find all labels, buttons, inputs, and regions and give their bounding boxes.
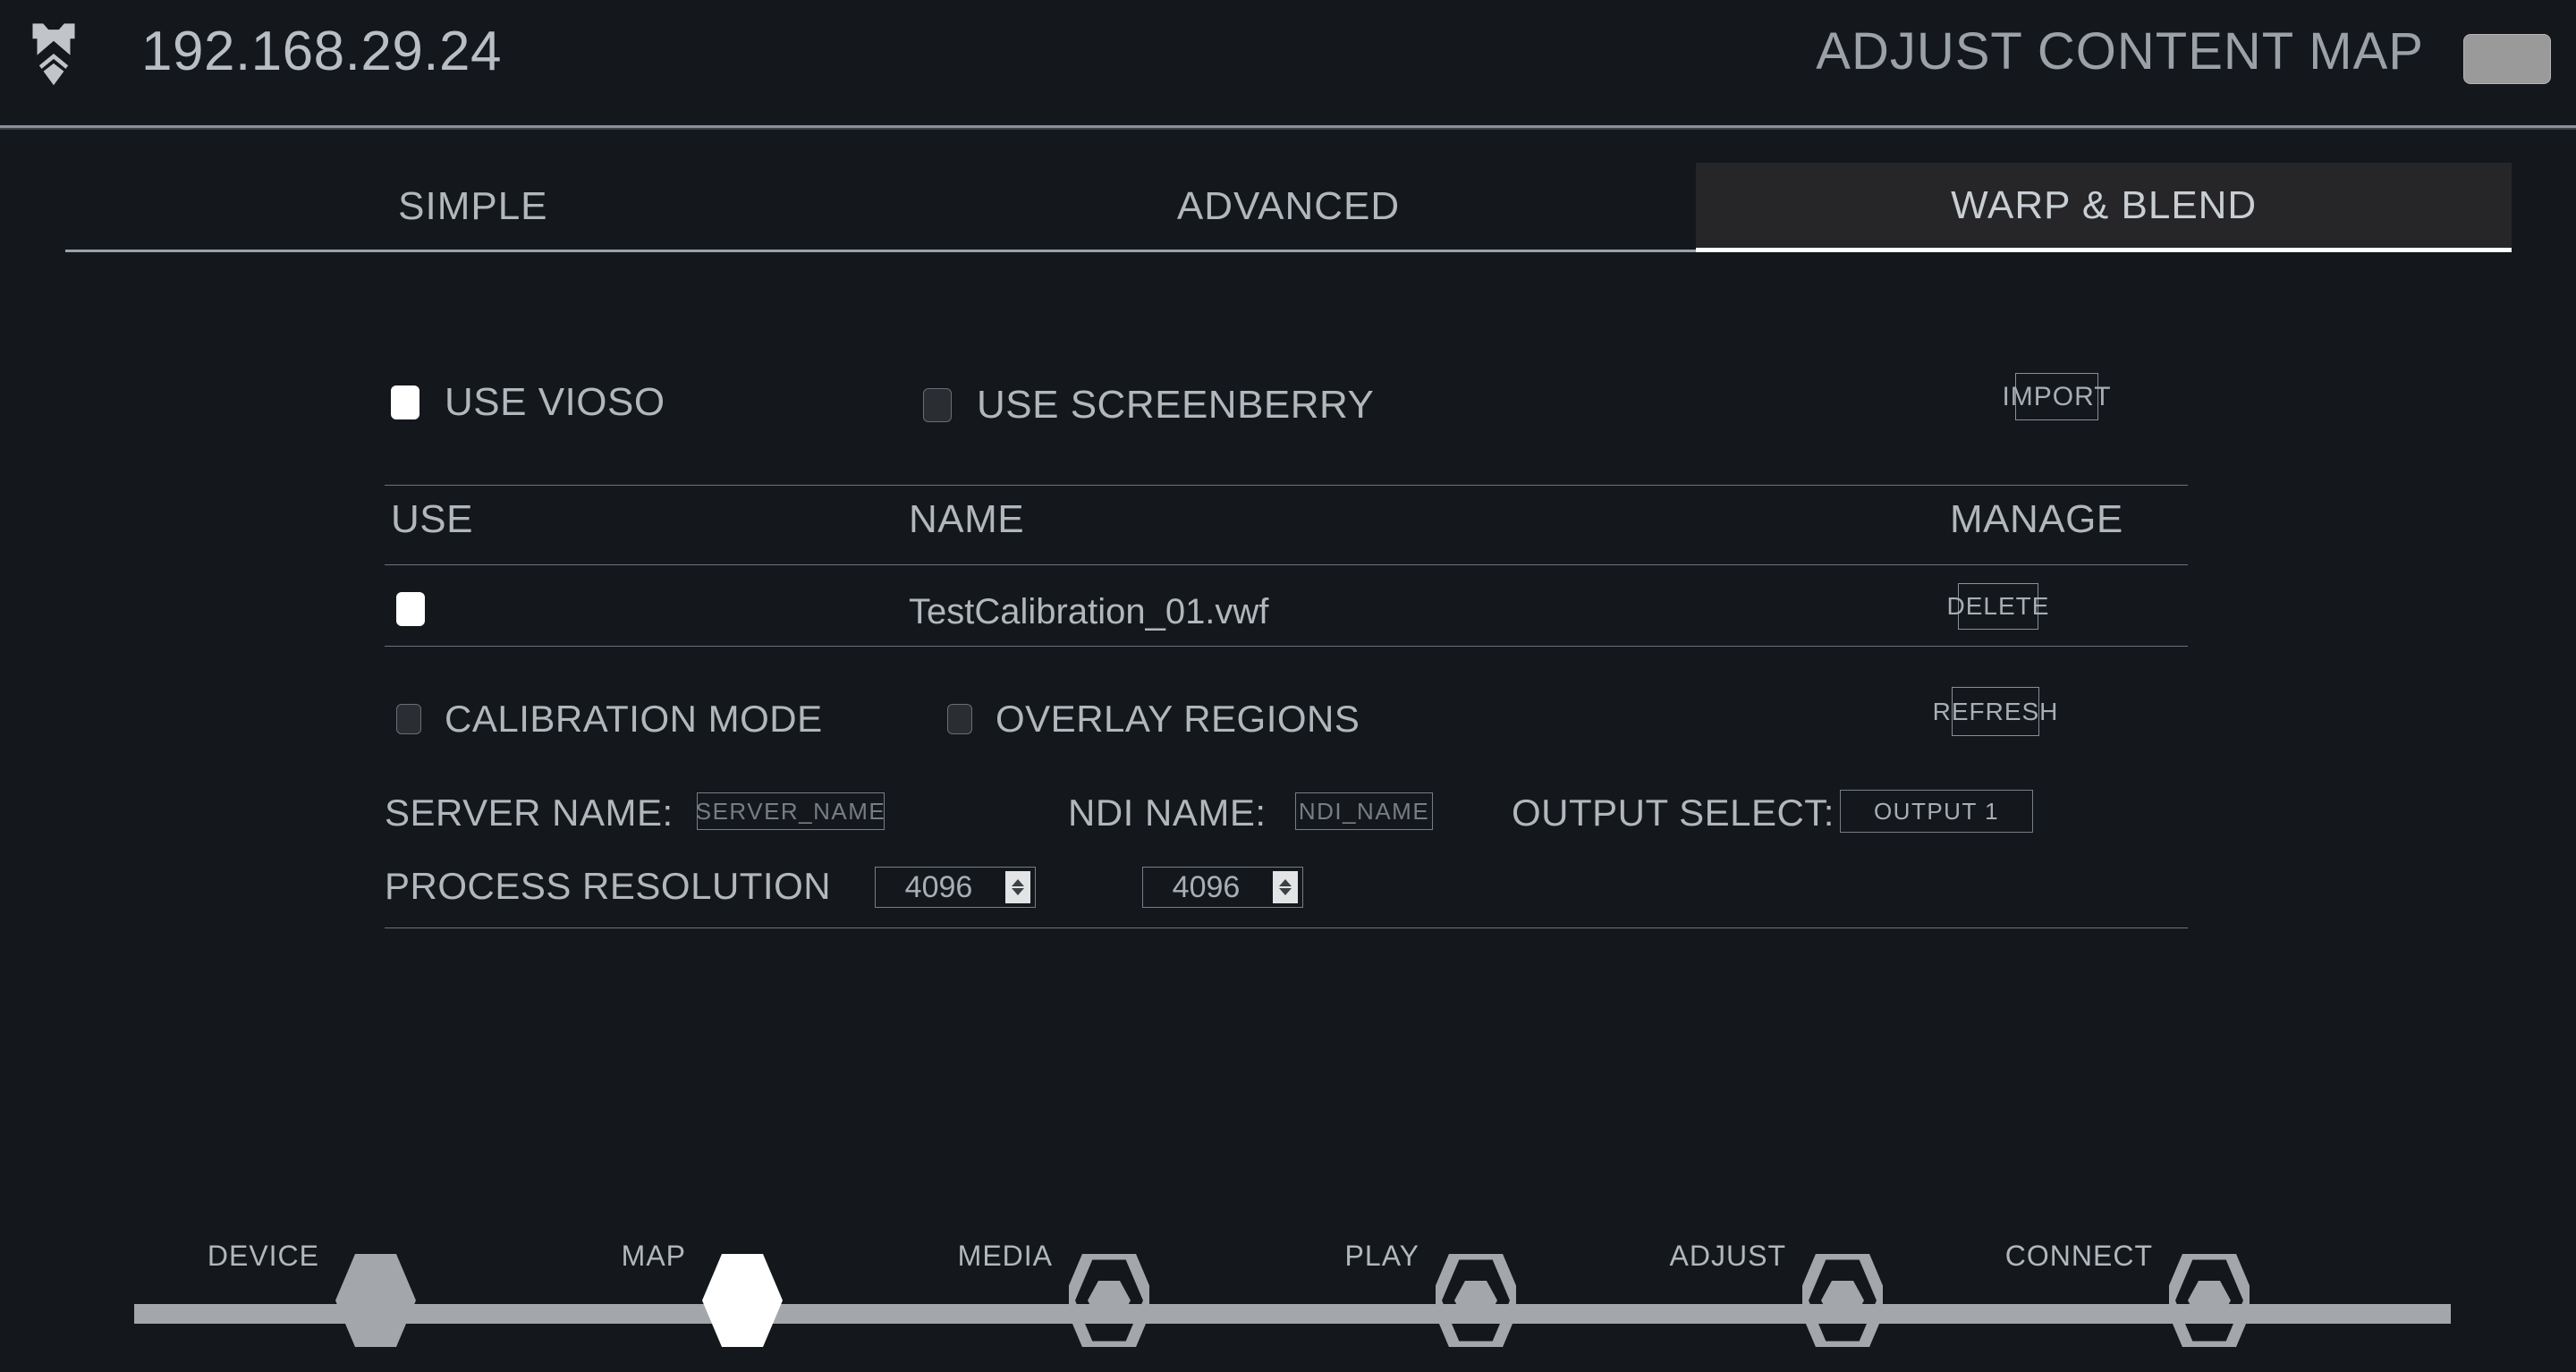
stepper-label-adjust: ADJUST (1669, 1240, 1786, 1272)
table-top-rule (385, 485, 2188, 486)
row-use-checkbox[interactable] (396, 592, 425, 626)
stepper-label-map: MAP (621, 1240, 686, 1272)
import-button[interactable]: IMPORT (2002, 373, 2111, 420)
process-resolution-width-value: 4096 (904, 869, 973, 904)
process-resolution-height-value: 4096 (1172, 869, 1241, 904)
process-resolution-height-stepper[interactable]: 4096 (1142, 867, 1303, 908)
ndi-name-input[interactable]: NDI_NAME (1295, 792, 1433, 830)
table-header-manage: MANAGE (1950, 497, 2123, 541)
use-screenberry-toggle[interactable]: USE SCREENBERRY (923, 383, 1374, 428)
stepper-label-device: DEVICE (207, 1240, 319, 1272)
shield-chevron-logo-icon (16, 16, 91, 91)
workflow-stepper: DEVICE MAP MEDIA PLAY ADJUST CONNECT (0, 1225, 2576, 1372)
stepper-label-play: PLAY (1344, 1240, 1419, 1272)
spinner-arrows-icon[interactable] (1273, 871, 1298, 903)
page-title: ADJUST CONTENT MAP (1816, 22, 2424, 80)
hexagon-current-icon (702, 1254, 783, 1347)
table-header-rule (385, 564, 2188, 565)
hexagon-outline-icon (2169, 1254, 2250, 1347)
ndi-name-label: NDI NAME: (1068, 792, 1267, 834)
table-header-name: NAME (909, 497, 1025, 541)
tab-simple[interactable]: SIMPLE (65, 163, 881, 252)
header-corner-button[interactable] (2463, 34, 2551, 84)
overlay-regions-toggle[interactable]: OVERLAY REGIONS (947, 698, 1360, 741)
use-screenberry-checkbox[interactable] (923, 388, 952, 422)
calibration-mode-toggle[interactable]: CALIBRATION MODE (396, 698, 823, 741)
output-select-dropdown[interactable]: OUTPUT 1 (1840, 790, 2033, 833)
stepper-label-media: MEDIA (957, 1240, 1053, 1272)
hexagon-filled-icon (335, 1254, 416, 1347)
hexagon-outline-icon (1436, 1254, 1516, 1347)
stepper-label-connect: CONNECT (2004, 1240, 2153, 1272)
use-vioso-toggle[interactable]: USE VIOSO (391, 380, 665, 425)
server-name-label: SERVER NAME: (385, 792, 674, 834)
app-root: 192.168.29.24 ADJUST CONTENT MAP SIMPLE … (0, 0, 2576, 1372)
hexagon-outline-icon (1069, 1254, 1149, 1347)
table-bottom-rule (385, 646, 2188, 647)
tab-warp-and-blend[interactable]: WARP & BLEND (1696, 163, 2512, 252)
stepper-track (134, 1304, 2451, 1324)
refresh-button[interactable]: REFRESH (1933, 687, 2057, 736)
output-select-label: OUTPUT SELECT: (1512, 792, 1835, 834)
tab-advanced[interactable]: ADVANCED (880, 163, 1697, 252)
process-resolution-width-stepper[interactable]: 4096 (875, 867, 1036, 908)
server-name-input[interactable]: SERVER_NAME (696, 792, 885, 830)
use-screenberry-label: USE SCREENBERRY (977, 383, 1375, 427)
row-name: TestCalibration_01.vwf (909, 592, 1269, 631)
overlay-regions-checkbox[interactable] (947, 704, 972, 734)
overlay-regions-label: OVERLAY REGIONS (996, 698, 1360, 740)
hexagon-outline-icon (1802, 1254, 1883, 1347)
header-divider (0, 125, 2576, 130)
use-vioso-label: USE VIOSO (445, 380, 665, 424)
calibration-mode-label: CALIBRATION MODE (445, 698, 823, 740)
use-vioso-checkbox[interactable] (391, 385, 419, 419)
tab-bar: SIMPLE ADVANCED WARP & BLEND (65, 163, 2512, 252)
calibration-mode-checkbox[interactable] (396, 704, 421, 734)
delete-button[interactable]: DELETE (1947, 583, 2048, 630)
process-resolution-label: PROCESS RESOLUTION (385, 865, 832, 907)
table-header-use: USE (391, 497, 473, 541)
spinner-arrows-icon[interactable] (1005, 871, 1030, 903)
app-header: 192.168.29.24 ADJUST CONTENT MAP (0, 0, 2576, 127)
device-ip-address: 192.168.29.24 (141, 21, 502, 82)
process-resolution-rule (385, 927, 2188, 928)
